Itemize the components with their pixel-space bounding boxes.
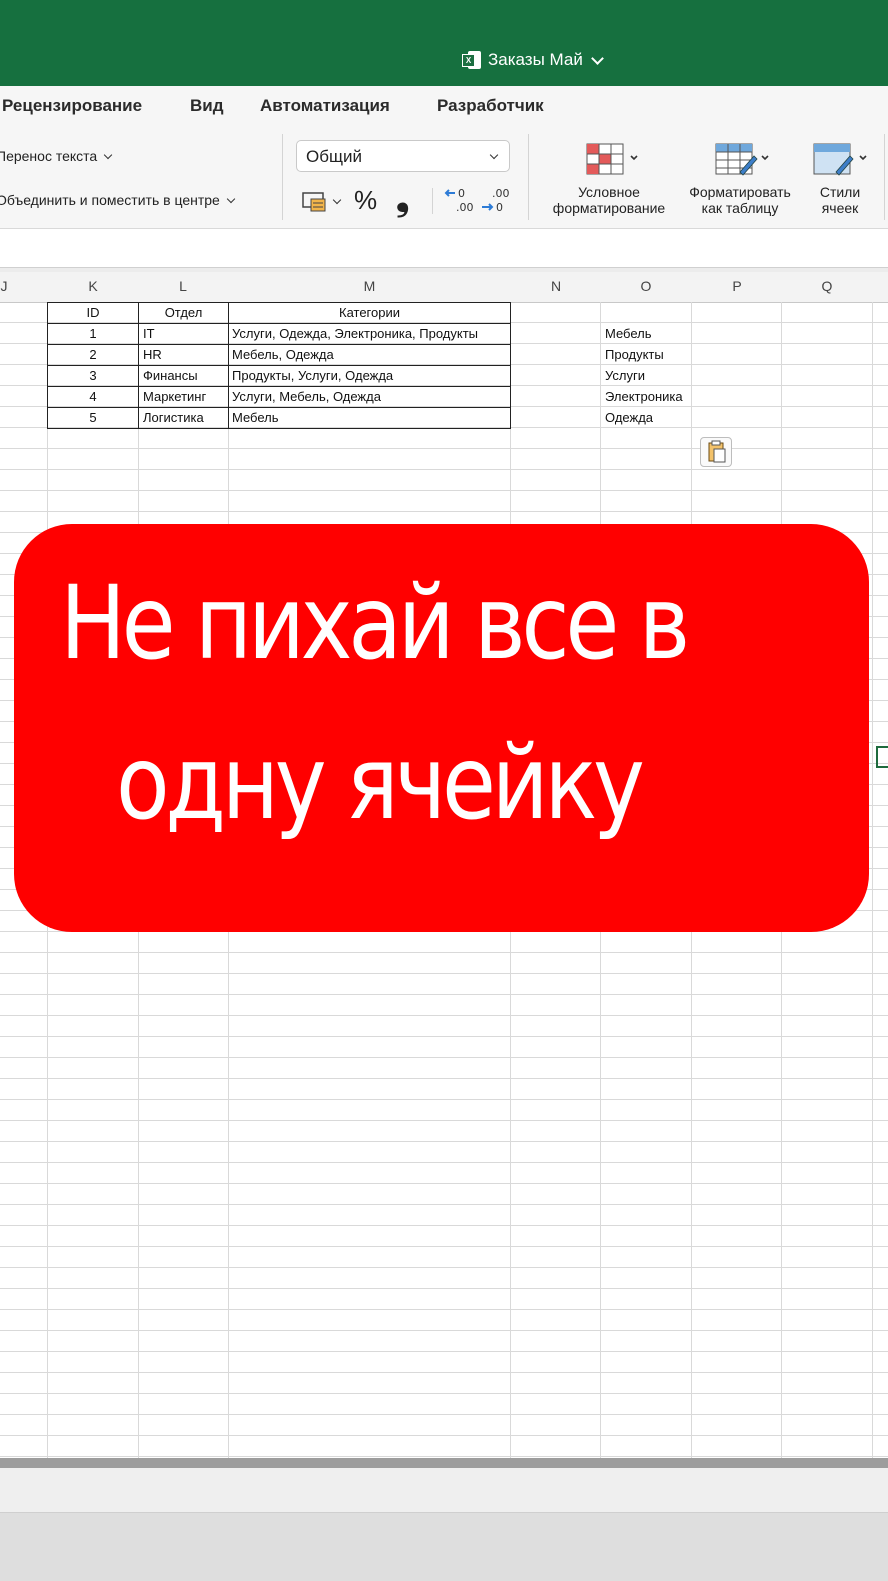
increase-decimal-button[interactable]: 0 .00: [444, 186, 474, 214]
number-format-value: Общий: [306, 147, 362, 166]
category-list-item[interactable]: Услуги: [605, 365, 645, 386]
svg-text:0: 0: [458, 187, 465, 200]
excel-file-icon: X: [462, 50, 482, 70]
overlay-banner: Не пихай все в одну ячейку: [14, 524, 869, 932]
conditional-formatting-icon: [586, 143, 638, 175]
chevron-down-icon: [332, 195, 342, 204]
number-format-select[interactable]: Общий: [296, 140, 510, 172]
column-header-o[interactable]: O: [601, 278, 691, 294]
currency-icon: [302, 192, 326, 212]
ribbon-divider: [528, 134, 529, 220]
column-header-q[interactable]: Q: [782, 278, 872, 294]
table-cell-department[interactable]: Финансы: [143, 365, 198, 386]
document-title: Заказы Май: [488, 50, 583, 69]
category-list-item[interactable]: Мебель: [605, 323, 652, 344]
table-cell-id[interactable]: 1: [48, 323, 138, 344]
category-list-item[interactable]: Продукты: [605, 344, 664, 365]
clipboard-icon: [708, 440, 726, 463]
table-cell-department[interactable]: Маркетинг: [143, 386, 206, 407]
wrap-text-button[interactable]: Перенос текста: [0, 148, 113, 164]
table-cell-categories[interactable]: Продукты, Услуги, Одежда: [232, 365, 393, 386]
ribbon-divider: [432, 188, 433, 214]
percent-style-button[interactable]: %: [354, 185, 377, 216]
cell-styles-button[interactable]: Стили ячеек: [804, 142, 876, 216]
chevron-down-icon: [226, 194, 236, 203]
wrap-text-label: Перенос текста: [0, 148, 98, 164]
ribbon: Перенос текста Объединить и поместить в …: [0, 128, 888, 229]
ribbon-divider: [282, 134, 283, 220]
column-header-l[interactable]: L: [138, 278, 228, 294]
comma-icon: ❟: [396, 180, 410, 218]
svg-text:0: 0: [496, 201, 503, 214]
table-cell-categories[interactable]: Услуги, Мебель, Одежда: [232, 386, 381, 407]
column-headers: J K L M N O P Q: [0, 272, 888, 303]
column-header-j[interactable]: J: [0, 278, 14, 294]
column-header-k[interactable]: K: [48, 278, 138, 294]
ribbon-tabs: Рецензирование Вид Автоматизация Разрабо…: [0, 86, 888, 128]
sheet-tabs-divider: [0, 1458, 888, 1468]
paste-options-button[interactable]: [700, 437, 732, 467]
column-header-n[interactable]: N: [511, 278, 601, 294]
increase-decimal-icon: 0 .00: [444, 187, 474, 214]
bottom-area: [0, 1513, 888, 1581]
ribbon-divider: [884, 134, 885, 220]
conditional-formatting-label-2: форматирование: [552, 200, 666, 216]
percent-icon: %: [354, 185, 378, 215]
banner-line-1: Не пихай все в: [60, 564, 690, 683]
document-title-button[interactable]: X Заказы Май: [462, 48, 604, 72]
tab-review[interactable]: Рецензирование: [2, 96, 142, 116]
table-cell-department[interactable]: Логистика: [143, 407, 204, 428]
svg-text:.00: .00: [456, 201, 474, 214]
table-cell-id[interactable]: 5: [48, 407, 138, 428]
comma-style-button[interactable]: ❟: [396, 180, 409, 219]
chevron-down-icon: [103, 150, 113, 159]
cell-styles-label-2: ячеек: [821, 200, 859, 216]
conditional-formatting-label-1: Условное: [578, 184, 640, 200]
conditional-formatting-button[interactable]: Условное форматирование: [544, 142, 674, 216]
table-cell-id[interactable]: 2: [48, 344, 138, 365]
format-as-table-icon: [715, 143, 769, 176]
category-list-item[interactable]: Одежда: [605, 407, 653, 428]
column-header-m[interactable]: M: [229, 278, 510, 294]
table-cell-id[interactable]: 4: [48, 386, 138, 407]
table-header-department[interactable]: Отдел: [139, 302, 228, 323]
chevron-down-icon: [489, 150, 499, 160]
cell-styles-icon: [813, 143, 867, 176]
format-as-table-label-2: как таблицу: [701, 200, 779, 216]
table-cell-id[interactable]: 3: [48, 365, 138, 386]
chevron-down-icon: [590, 51, 604, 65]
format-as-table-label-1: Форматировать: [689, 184, 791, 200]
tab-view[interactable]: Вид: [190, 96, 224, 116]
svg-text:.00: .00: [492, 187, 510, 200]
status-bar: [0, 1468, 888, 1513]
table-cell-categories[interactable]: Услуги, Одежда, Электроника, Продукты: [232, 323, 478, 344]
tab-automate[interactable]: Автоматизация: [260, 96, 390, 116]
title-bar: X Заказы Май: [0, 0, 888, 86]
table-header-id[interactable]: ID: [48, 302, 138, 323]
tab-developer[interactable]: Разработчик: [437, 96, 544, 116]
table-cell-department[interactable]: HR: [143, 344, 162, 365]
formula-bar[interactable]: [0, 229, 888, 268]
category-list-item[interactable]: Электроника: [605, 386, 683, 407]
table-cell-department[interactable]: IT: [143, 323, 155, 344]
column-header-p[interactable]: P: [692, 278, 782, 294]
table-cell-categories[interactable]: Мебель: [232, 407, 279, 428]
merge-center-label: Объединить и поместить в центре: [0, 192, 220, 208]
cell-styles-label-1: Стили: [819, 184, 861, 200]
merge-center-button[interactable]: Объединить и поместить в центре: [0, 192, 236, 208]
banner-line-2: одну ячейку: [116, 724, 645, 843]
selected-cell-indicator: [876, 746, 888, 768]
decrease-decimal-button[interactable]: .00 0: [480, 186, 510, 214]
format-as-table-button[interactable]: Форматировать как таблицу: [680, 142, 800, 216]
decrease-decimal-icon: .00 0: [482, 187, 510, 214]
table-cell-categories[interactable]: Мебель, Одежда: [232, 344, 334, 365]
table-header-categories[interactable]: Категории: [229, 302, 510, 323]
accounting-format-button[interactable]: [302, 189, 342, 213]
